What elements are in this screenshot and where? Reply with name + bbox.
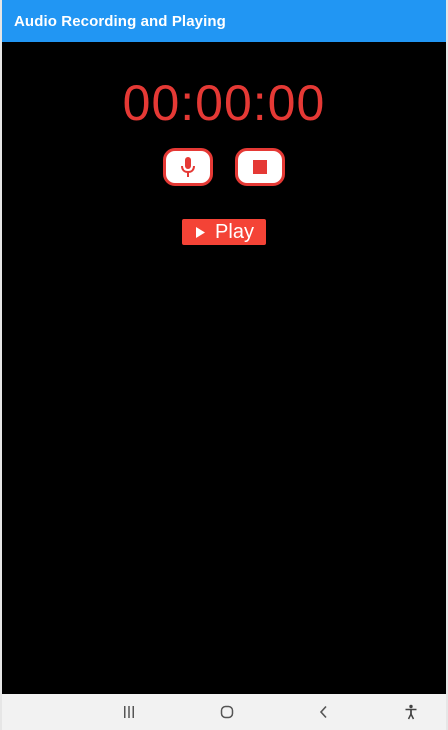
play-triangle-icon bbox=[196, 226, 206, 238]
play-area: Play bbox=[2, 219, 446, 245]
home-icon bbox=[220, 705, 234, 719]
main-content: 00:00:00 Play bbox=[2, 42, 446, 694]
recents-icon bbox=[124, 706, 134, 718]
app-title: Audio Recording and Playing bbox=[14, 12, 226, 30]
recording-controls bbox=[2, 148, 446, 186]
stop-square-icon bbox=[253, 160, 267, 174]
home-button[interactable] bbox=[217, 703, 237, 721]
play-button[interactable]: Play bbox=[182, 219, 266, 245]
app-screen: Audio Recording and Playing 00:00:00 Pla… bbox=[0, 0, 448, 730]
system-navigation-bar bbox=[2, 694, 446, 730]
back-icon bbox=[319, 705, 327, 719]
stop-button[interactable] bbox=[235, 148, 285, 186]
play-label: Play bbox=[215, 221, 254, 243]
back-button[interactable] bbox=[314, 703, 334, 721]
record-button[interactable] bbox=[163, 148, 213, 186]
recents-button[interactable] bbox=[119, 703, 139, 721]
microphone-icon bbox=[181, 157, 195, 177]
accessibility-icon bbox=[405, 704, 417, 720]
timer-display: 00:00:00 bbox=[122, 75, 326, 131]
app-bar: Audio Recording and Playing bbox=[2, 0, 446, 42]
accessibility-button[interactable] bbox=[401, 703, 421, 721]
